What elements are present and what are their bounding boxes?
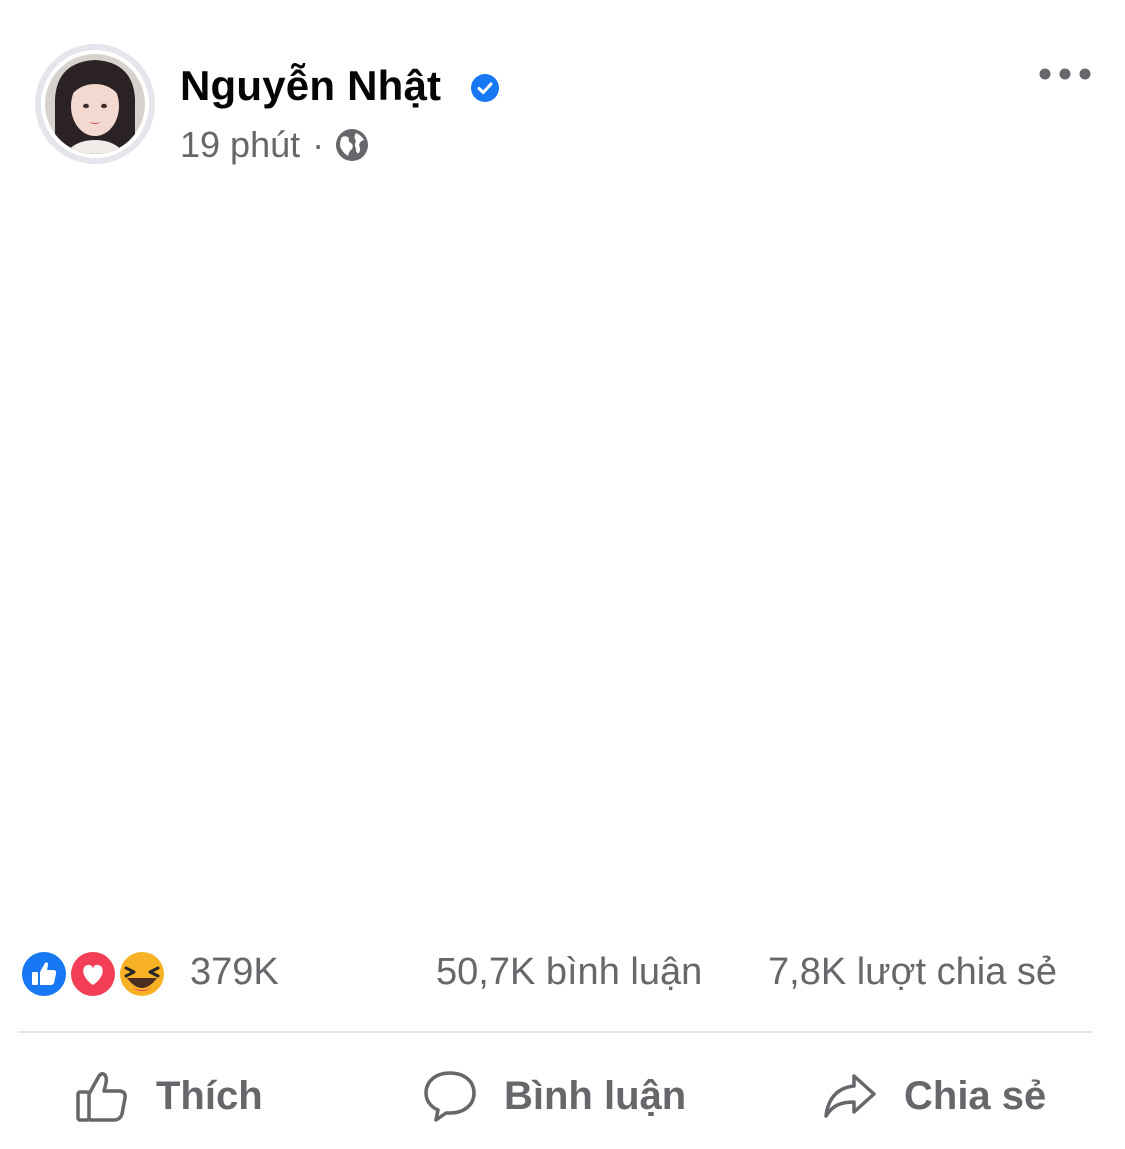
verified-badge-icon bbox=[471, 74, 499, 102]
share-count[interactable]: 7,8K lượt chia sẻ bbox=[768, 951, 1057, 994]
share-arrow-icon bbox=[824, 1074, 876, 1118]
comment-button[interactable]: Bình luận bbox=[422, 1060, 686, 1132]
share-button[interactable]: Chia sẻ bbox=[822, 1060, 1046, 1132]
avatar[interactable] bbox=[35, 44, 155, 164]
meta-separator: · bbox=[312, 124, 325, 165]
thumbs-up-icon bbox=[76, 1071, 127, 1122]
author-name[interactable]: Nguyễn Nhật bbox=[180, 62, 441, 110]
reaction-icons[interactable] bbox=[18, 948, 168, 1000]
post-time[interactable]: 19 phút bbox=[180, 124, 300, 166]
love-reaction-icon bbox=[68, 949, 118, 999]
comment-bubble-icon bbox=[424, 1071, 476, 1122]
avatar-photo bbox=[41, 50, 149, 158]
like-label: Thích bbox=[156, 1073, 263, 1118]
comment-count[interactable]: 50,7K bình luận bbox=[436, 951, 702, 994]
haha-reaction-icon bbox=[118, 950, 166, 998]
divider bbox=[18, 1031, 1093, 1033]
comment-label: Bình luận bbox=[504, 1073, 687, 1118]
share-label: Chia sẻ bbox=[904, 1073, 1047, 1118]
more-options-icon[interactable] bbox=[1038, 62, 1092, 86]
globe-icon bbox=[336, 129, 369, 161]
profile-photo-icon bbox=[45, 54, 145, 154]
like-reaction-icon bbox=[19, 949, 69, 999]
like-button[interactable]: Thích bbox=[74, 1060, 263, 1132]
post-meta: 19 phút · bbox=[180, 124, 370, 166]
reaction-count[interactable]: 379K bbox=[190, 951, 279, 994]
